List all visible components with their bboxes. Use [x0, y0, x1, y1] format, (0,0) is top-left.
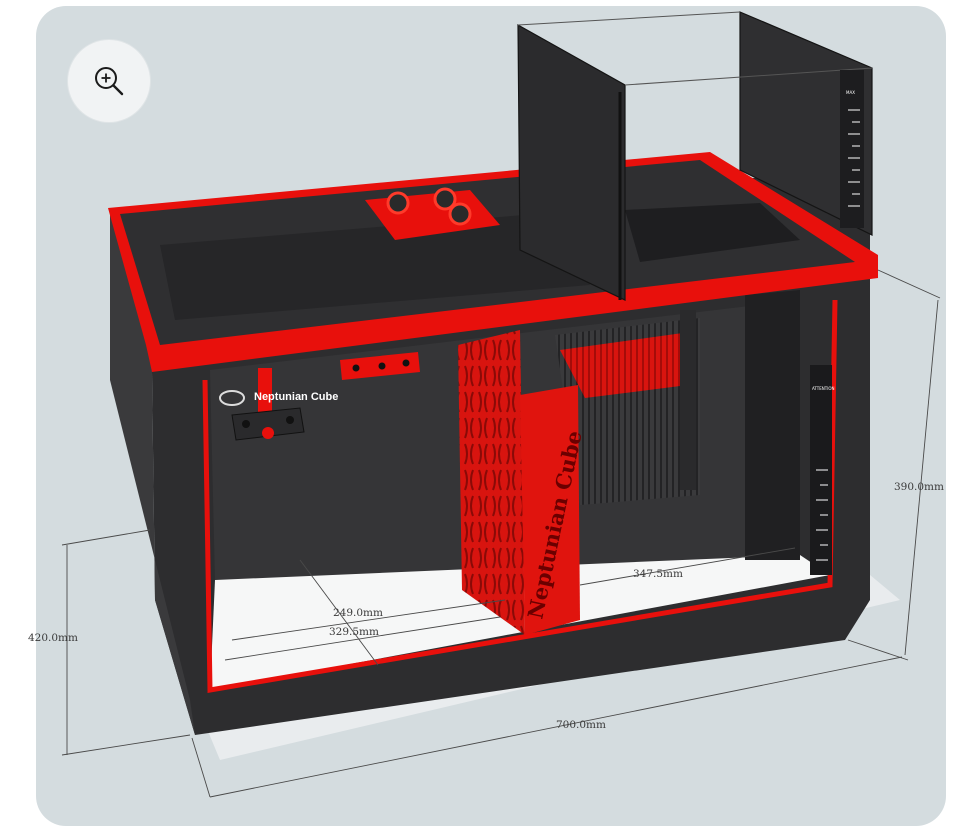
zoom-in-icon — [95, 67, 124, 96]
zoom-in-button[interactable] — [68, 40, 150, 122]
bracket-hole-red — [262, 427, 274, 439]
dim-chamber-right: 347.5mm — [633, 568, 683, 580]
top-bracket-hole-2 — [378, 362, 386, 370]
dim-height-total: 420.0mm — [28, 632, 78, 644]
overflow-hole-3 — [448, 202, 472, 226]
bracket-hole-1 — [242, 420, 250, 428]
top-bracket-hole-3 — [402, 359, 410, 367]
glass-top-edge-back — [517, 11, 741, 26]
dim-chamber-left-b: 329.5mm — [329, 626, 379, 638]
top-bracket-hole-1 — [352, 364, 360, 372]
brand-logo-text: Neptunian Cube — [254, 391, 338, 403]
bracket-hole-2 — [286, 416, 294, 424]
filter-frame — [680, 310, 696, 490]
gauge-max-label: MAX — [846, 90, 855, 95]
baffle-grille-side — [458, 330, 525, 635]
overflow-hole-1 — [386, 191, 410, 215]
dim-chamber-left-a: 249.0mm — [333, 607, 383, 619]
gauge-attention-label: ATTENTION — [812, 386, 835, 391]
right-chamber-back — [745, 290, 800, 560]
sump-3d-render: Neptunian Cube MAX ATTENTION Neptunian C… — [28, 11, 944, 798]
dim-width-total: 700.0mm — [556, 719, 606, 731]
dim-height-back: 390.0mm — [894, 481, 944, 493]
